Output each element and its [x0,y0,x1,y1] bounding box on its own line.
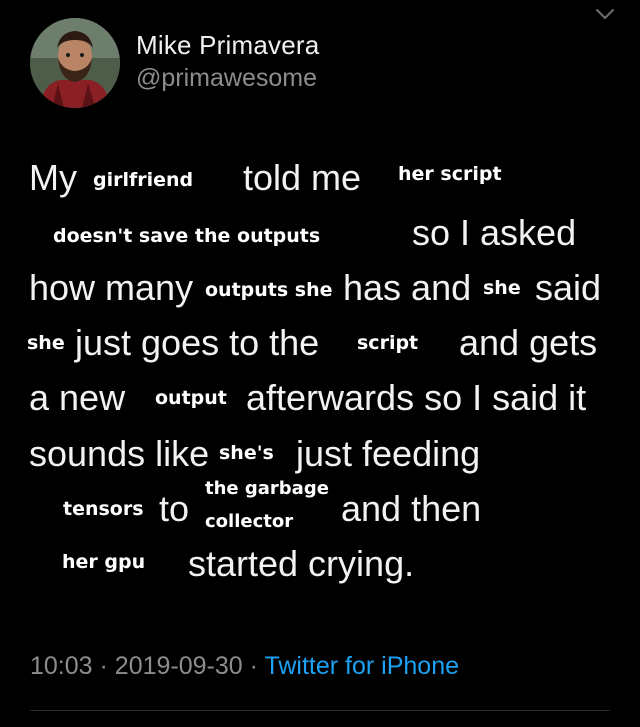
tweet-time[interactable]: 10:03 [30,652,93,680]
pasted-word: script [357,332,419,354]
tweet-word: My [29,157,77,198]
tweet-word: a new [29,377,126,418]
tweet-meta: 10:03 · 2019-09-30 · Twitter for iPhone [30,652,459,681]
tweet-word: how many [29,267,194,308]
meta-separator: · [249,652,258,680]
tweet-word: just feeding [296,433,481,474]
tweet-word: said [535,267,602,308]
tweet-word: afterwards so I said it [246,377,587,418]
tweet-source-link[interactable]: Twitter for iPhone [264,652,459,680]
tweet-word: started crying. [188,543,415,584]
tweet-text: My girlfriend told me her script doesn't… [0,0,640,600]
pasted-word: output [155,387,227,409]
tweet-word: sounds like [29,433,210,474]
pasted-word: doesn't save the outputs [53,225,321,247]
tweet-word: and gets [459,322,598,363]
tweet-word: and then [341,488,482,529]
tweet-date[interactable]: 2019-09-30 [115,652,243,680]
pasted-word: her gpu [62,551,146,573]
pasted-word: tensors [63,498,144,520]
tweet-word: to [159,488,190,529]
tweet-word: so I asked [412,212,577,253]
meta-separator: · [99,652,108,680]
divider [30,710,610,711]
pasted-word: girlfriend [93,169,194,191]
pasted-word: outputs she [205,279,333,301]
pasted-word: she [483,277,521,299]
pasted-word: the garbage [205,478,329,499]
pasted-word: her script [398,163,502,185]
tweet-word: just goes to the [75,322,320,363]
pasted-word: she [27,332,65,354]
tweet-word: told me [243,157,362,198]
pasted-word: she's [219,442,274,464]
pasted-word: collector [205,511,294,532]
tweet-card: Mike Primavera @primawesome My girlfrien… [0,0,640,727]
tweet-word: has and [343,267,472,308]
